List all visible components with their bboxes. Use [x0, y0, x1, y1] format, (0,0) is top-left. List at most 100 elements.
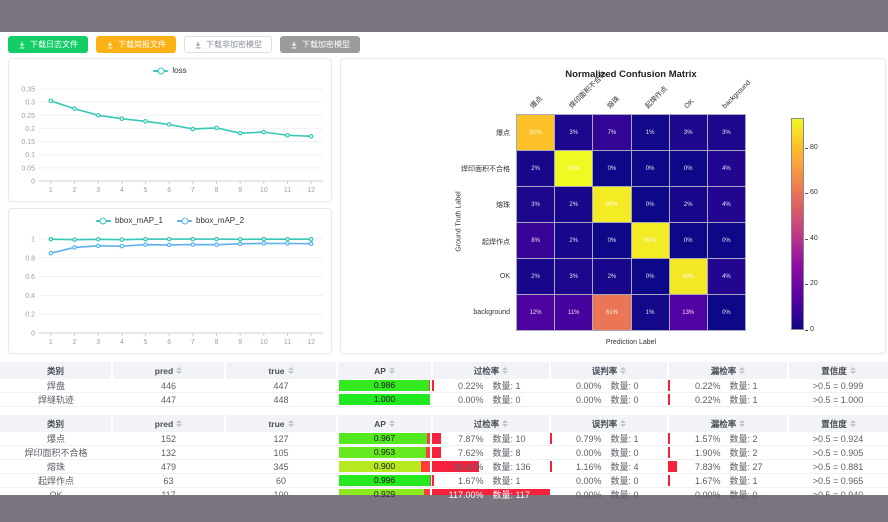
column-header[interactable]: AP [337, 415, 432, 432]
heatmap-cell: 61% [593, 295, 630, 330]
table-body: 爆点1521270.9677.87%数量: 100.79%数量: 11.57%数… [0, 432, 888, 502]
overdetect-cell: 117.00%数量: 117 [432, 488, 550, 502]
dashboard-page: 下载日志文件 下载简报文件 下载非加密模型 下载加密模型 loss [0, 0, 888, 522]
sort-icon[interactable] [502, 367, 508, 374]
column-header-label: 误判率 [592, 365, 618, 377]
rate-cell: 0.00%数量: 0 [550, 446, 668, 459]
column-header: 类别 [0, 415, 112, 432]
download-encrypted-model-button[interactable]: 下载加密模型 [280, 36, 360, 53]
true-cell: 60 [225, 474, 337, 488]
heatmap-cell: 3% [708, 115, 745, 150]
column-header[interactable]: 置信度 [788, 362, 888, 379]
column-header[interactable]: 误判率 [550, 415, 668, 432]
rate-cell: 0.00%数量: 0 [432, 393, 550, 406]
colorbar-tick-mark [805, 193, 808, 194]
rate-count: 数量: 2 [730, 446, 776, 459]
rate-count: 数量: 1 [730, 393, 776, 406]
sort-icon[interactable] [389, 420, 395, 427]
column-header[interactable]: 漏检率 [668, 415, 788, 432]
heatmap-cell: 0% [593, 223, 630, 258]
sort-icon[interactable] [176, 420, 182, 427]
download-plain-model-label: 下载非加密模型 [206, 39, 262, 50]
sort-icon[interactable] [850, 420, 856, 427]
svg-text:5: 5 [144, 187, 148, 194]
heatmap-cell: 1% [632, 115, 669, 150]
download-log-button[interactable]: 下载日志文件 [8, 36, 88, 53]
download-plain-model-button[interactable]: 下载非加密模型 [184, 36, 272, 53]
legend-item-bbox-map-2[interactable]: bbox_mAP_2 [177, 216, 244, 225]
colorbar-tick-label: 40 [810, 235, 818, 242]
column-header[interactable]: 误判率 [550, 362, 668, 379]
column-header-label: 过检率 [474, 418, 500, 430]
heatmap-cell: 11% [555, 295, 592, 330]
confusion-matrix-grid: 81%3%7%1%3%3%2%93%0%0%0%4%3%2%90%0%2%4%8… [516, 114, 746, 331]
heatmap-cell: 0% [670, 223, 707, 258]
sort-icon[interactable] [620, 367, 626, 374]
column-header-label: 过检率 [474, 365, 500, 377]
heatmap-cell: 93% [555, 151, 592, 186]
svg-text:1: 1 [49, 339, 53, 346]
svg-text:0.2: 0.2 [25, 126, 35, 133]
column-header[interactable]: true [225, 415, 337, 432]
download-report-label: 下载简报文件 [118, 39, 166, 50]
svg-text:11: 11 [284, 187, 291, 194]
ap-cell: 0.967 [337, 432, 432, 446]
svg-text:5: 5 [144, 339, 148, 346]
cm-row-label: OK [450, 273, 510, 280]
column-header[interactable]: AP [337, 362, 432, 379]
sort-icon[interactable] [288, 420, 294, 427]
column-header[interactable]: 过检率 [432, 415, 550, 432]
sort-icon[interactable] [176, 367, 182, 374]
column-header[interactable]: pred [112, 415, 225, 432]
overdetect-cell: 39.42%数量: 136 [432, 460, 550, 474]
colorbar-tick-mark [805, 330, 808, 331]
rate-cell: 0.00%数量: 0 [550, 474, 668, 487]
download-report-button[interactable]: 下载简报文件 [96, 36, 176, 53]
sort-icon[interactable] [389, 367, 395, 374]
ap-cell: 0.953 [337, 446, 432, 460]
svg-text:10: 10 [260, 187, 268, 194]
sort-icon[interactable] [850, 367, 856, 374]
rate-percent: 0.00% [562, 381, 602, 391]
sort-icon[interactable] [739, 367, 745, 374]
legend-item-loss[interactable]: loss [153, 66, 186, 75]
map-chart-card: bbox_mAP_1 bbox_mAP_2 00.20.40.60.811234… [8, 208, 332, 354]
column-header[interactable]: true [225, 362, 337, 379]
legend-item-bbox-map-1[interactable]: bbox_mAP_1 [96, 216, 163, 225]
rate-percent: 0.79% [562, 434, 602, 444]
rate-cell: 7.83%数量: 27 [668, 460, 788, 473]
sort-icon[interactable] [739, 420, 745, 427]
heatmap-cell: 0% [593, 151, 630, 186]
column-header-label: pred [155, 419, 173, 429]
column-header[interactable]: pred [112, 362, 225, 379]
svg-text:0.15: 0.15 [21, 139, 35, 146]
miss-cell: 1.67%数量: 1 [668, 474, 788, 488]
sort-icon[interactable] [502, 420, 508, 427]
heatmap-cell: 1% [632, 295, 669, 330]
rate-percent: 0.22% [681, 395, 721, 405]
rate-cell: 0.00%数量: 0 [550, 379, 668, 392]
heatmap-cell: 12% [517, 295, 554, 330]
column-header-label: 置信度 [821, 418, 847, 430]
rate-percent: 1.67% [681, 476, 721, 486]
column-header[interactable]: 置信度 [788, 415, 888, 432]
confidence-cell: >0.5 = 0.881 [788, 460, 888, 474]
rate-percent: 0.22% [681, 381, 721, 391]
colorbar-tick-mark [805, 284, 808, 285]
cm-row-label: background [450, 309, 510, 316]
sort-icon[interactable] [288, 367, 294, 374]
heatmap-cell: 4% [708, 151, 745, 186]
download-icon [106, 41, 114, 49]
column-header[interactable]: 漏检率 [668, 362, 788, 379]
sort-icon[interactable] [620, 420, 626, 427]
svg-text:0.1: 0.1 [25, 152, 35, 159]
cm-row-label: 爆点 [450, 128, 510, 138]
svg-text:6: 6 [167, 187, 171, 194]
rate-count: 数量: 1 [611, 432, 657, 445]
colorbar-tick-mark [805, 239, 808, 240]
column-header[interactable]: 过检率 [432, 362, 550, 379]
heatmap-cell: 3% [670, 115, 707, 150]
column-header-label: 类别 [47, 418, 64, 430]
rate-percent: 1.57% [681, 434, 721, 444]
true-cell: 345 [225, 460, 337, 474]
